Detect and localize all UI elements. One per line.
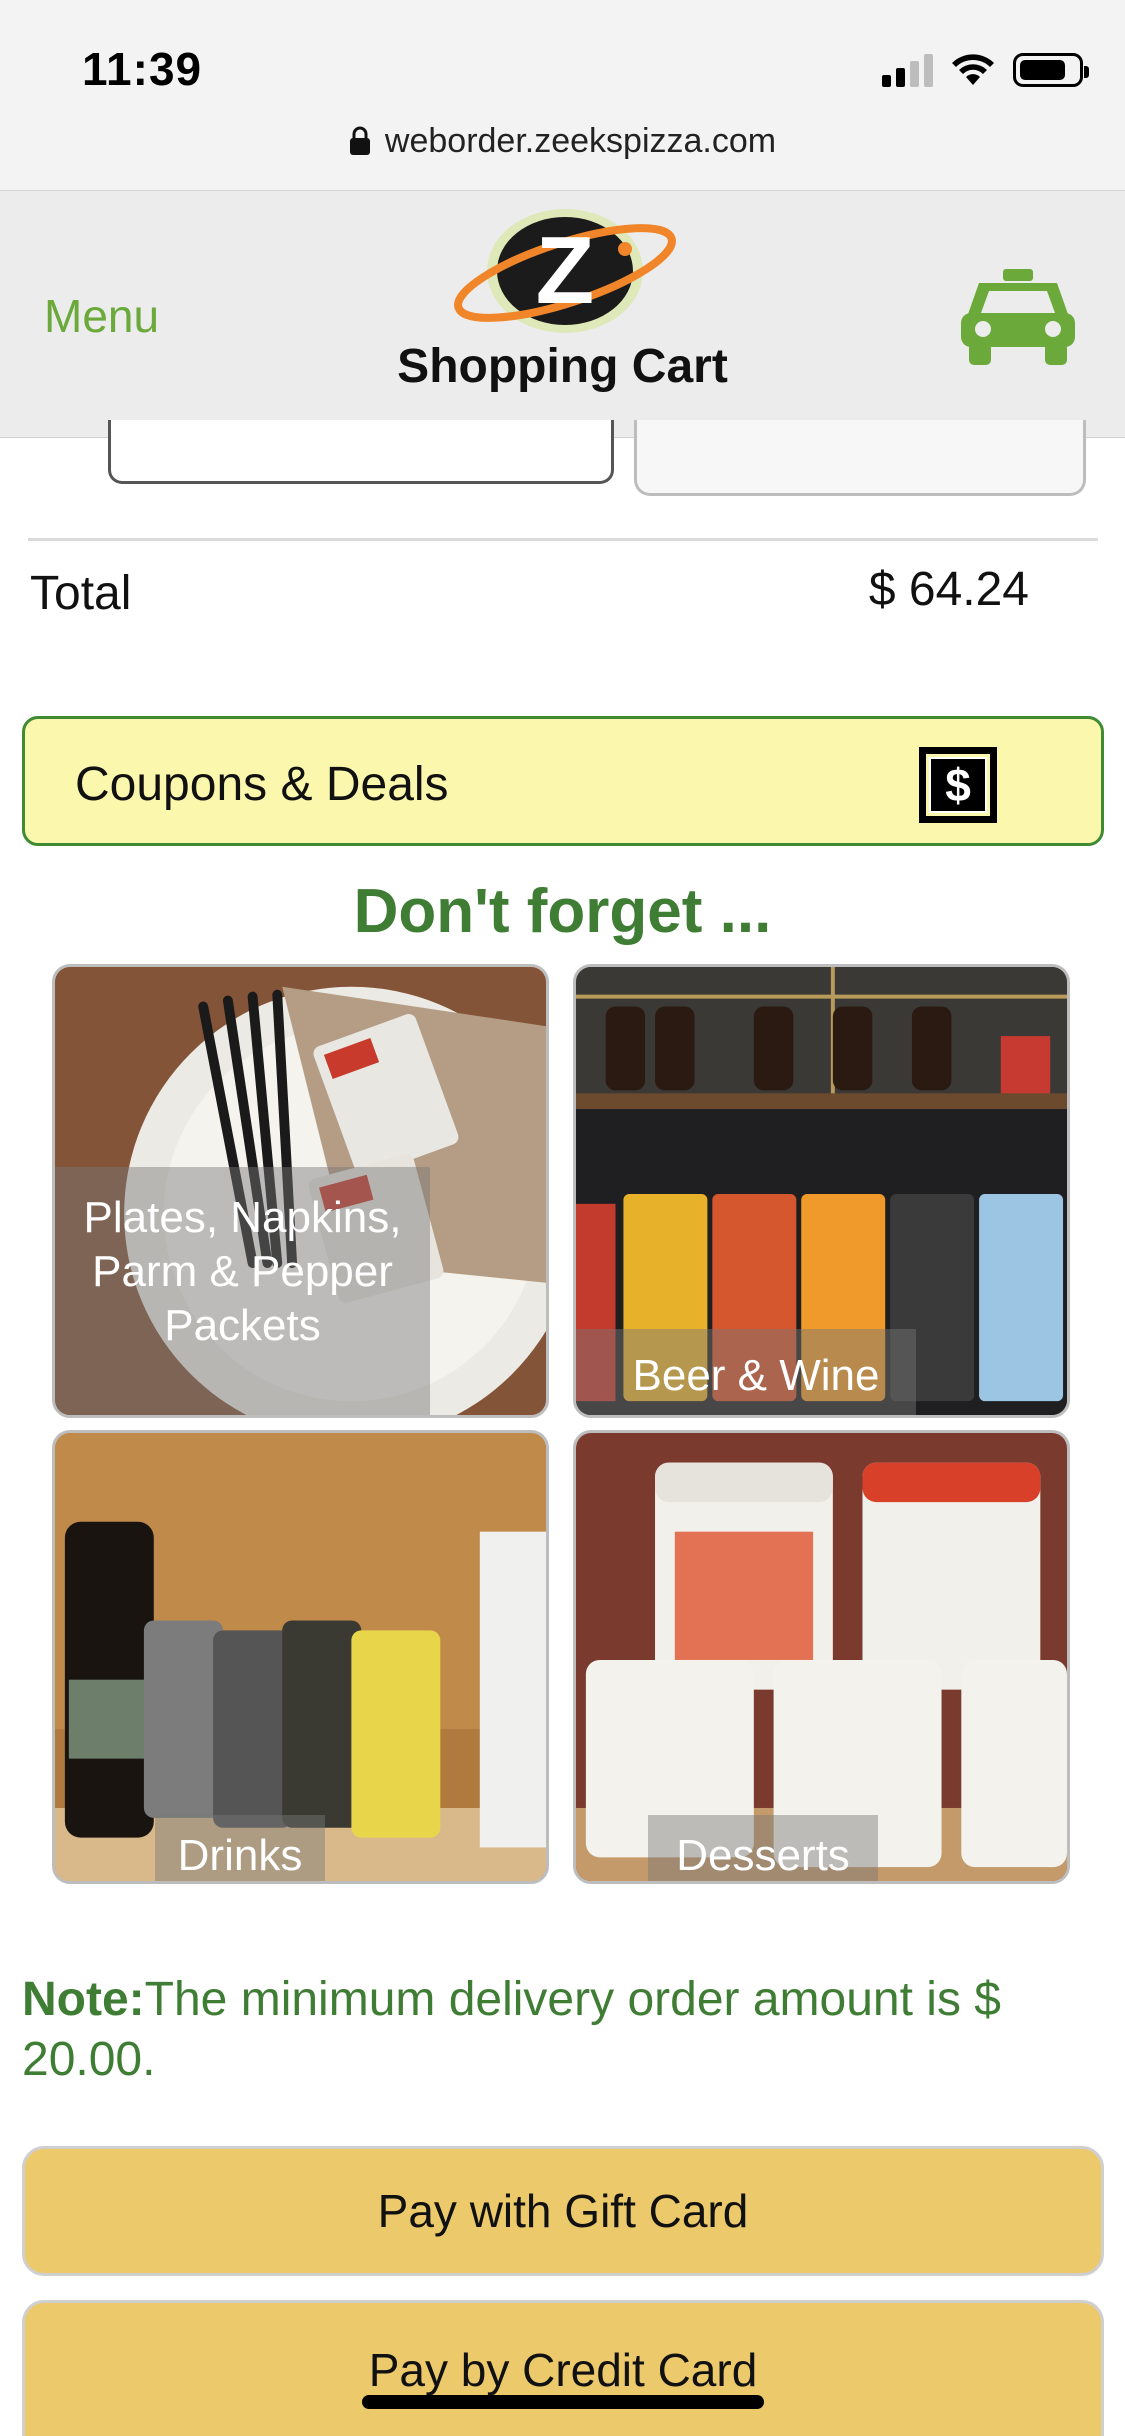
- minimum-order-note: Note:The minimum delivery order amount i…: [22, 1970, 1092, 2090]
- tile-desserts[interactable]: Desserts: [573, 1430, 1070, 1884]
- tip-amount-field[interactable]: [108, 420, 614, 484]
- battery-icon: [1013, 53, 1089, 87]
- tile-beer-wine[interactable]: Beer & Wine: [573, 964, 1070, 1418]
- tile-plates-napkins[interactable]: Plates, Napkins, Parm & Pepper Packets: [52, 964, 549, 1418]
- suggestions-heading: Don't forget ...: [353, 877, 772, 946]
- tile-label: Drinks: [155, 1815, 325, 1881]
- signal-icon: [882, 53, 933, 87]
- dollar-icon: $: [919, 747, 997, 823]
- menu-link[interactable]: Menu: [44, 289, 159, 343]
- site-header: Menu Z Shopping Cart: [0, 190, 1125, 438]
- url-text: weborder.zeekspizza.com: [384, 121, 777, 160]
- pay-credit-card-button[interactable]: Pay by Credit Card: [22, 2300, 1104, 2436]
- coupons-deals-button[interactable]: Coupons & Deals $: [22, 716, 1104, 846]
- tile-label: Desserts: [648, 1815, 878, 1881]
- delivery-car-icon[interactable]: [959, 269, 1077, 367]
- pay-gift-card-button[interactable]: Pay with Gift Card: [22, 2146, 1104, 2276]
- total-value: $ 64.24: [868, 563, 1029, 616]
- status-time: 11:39: [82, 43, 203, 95]
- page-title: Shopping Cart: [397, 340, 728, 393]
- divider: [28, 538, 1098, 541]
- total-label: Total: [30, 567, 132, 620]
- desserts-photo: [576, 1433, 1067, 1881]
- drinks-photo: [55, 1433, 546, 1881]
- status-icons: [882, 52, 1089, 88]
- logo-letter: Z: [536, 217, 595, 324]
- zeeks-logo: Z: [454, 209, 676, 333]
- home-indicator[interactable]: [362, 2395, 764, 2409]
- tile-label: Beer & Wine: [576, 1329, 916, 1415]
- tile-drinks[interactable]: Drinks: [52, 1430, 549, 1884]
- lock-icon: [349, 126, 370, 155]
- note-text: The minimum delivery order amount is $ 2…: [22, 1973, 1001, 2086]
- add-gratuity-button[interactable]: [634, 420, 1086, 496]
- tile-label: Plates, Napkins, Parm & Pepper Packets: [55, 1167, 430, 1415]
- note-prefix: Note:: [22, 1973, 145, 2026]
- wifi-icon: [952, 54, 994, 85]
- coupons-label: Coupons & Deals: [75, 758, 449, 811]
- status-bar: 11:39 weborder.zeekspizza.com: [0, 0, 1125, 190]
- address-bar[interactable]: weborder.zeekspizza.com: [0, 118, 1125, 164]
